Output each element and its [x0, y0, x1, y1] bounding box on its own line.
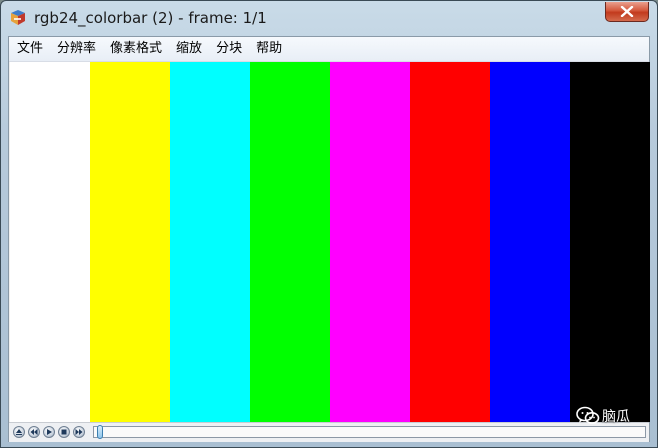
watermark-text: 脑瓜: [602, 409, 630, 425]
menu-help[interactable]: 帮助: [249, 37, 289, 61]
colorbar-white: [10, 62, 90, 422]
eject-icon: [16, 429, 22, 435]
colorbar-red: [410, 62, 490, 422]
colorbar-black: [570, 62, 650, 422]
video-frame: [10, 62, 650, 422]
play-icon: [47, 429, 52, 435]
fast-forward-button[interactable]: [73, 426, 85, 438]
menu-zoom[interactable]: 缩放: [169, 37, 209, 61]
window-title: rgb24_colorbar (2) - frame: 1/1: [34, 9, 267, 27]
close-button[interactable]: [605, 2, 649, 22]
menu-bar: 文件 分辨率 像素格式 缩放 分块 帮助: [9, 37, 649, 62]
rewind-button[interactable]: [28, 426, 40, 438]
colorbar-magenta: [330, 62, 410, 422]
fast-forward-icon: [75, 429, 83, 435]
play-button[interactable]: [43, 426, 55, 438]
app-window: rgb24_colorbar (2) - frame: 1/1 文件 分辨率 像…: [0, 0, 658, 448]
menu-block[interactable]: 分块: [209, 37, 249, 61]
stop-button[interactable]: [58, 426, 70, 438]
wechat-icon: [576, 406, 600, 424]
colorbar-green: [250, 62, 330, 422]
client-area: 文件 分辨率 像素格式 缩放 分块 帮助: [8, 36, 650, 442]
playback-controls: [9, 422, 649, 442]
colorbar-yellow: [90, 62, 170, 422]
rewind-icon: [30, 429, 38, 435]
watermark: 脑瓜: [576, 405, 630, 427]
close-icon: [620, 6, 634, 17]
app-logo-icon[interactable]: [9, 9, 27, 27]
menu-pixel-format[interactable]: 像素格式: [103, 37, 169, 61]
menu-file[interactable]: 文件: [9, 37, 50, 61]
stop-icon: [61, 429, 67, 435]
seek-slider-thumb[interactable]: [97, 425, 103, 439]
colorbar-blue: [490, 62, 570, 422]
colorbar-cyan: [170, 62, 250, 422]
menu-resolution[interactable]: 分辨率: [50, 37, 103, 61]
title-bar[interactable]: rgb24_colorbar (2) - frame: 1/1: [1, 1, 657, 35]
seek-slider[interactable]: [93, 426, 646, 438]
eject-button[interactable]: [13, 426, 25, 438]
